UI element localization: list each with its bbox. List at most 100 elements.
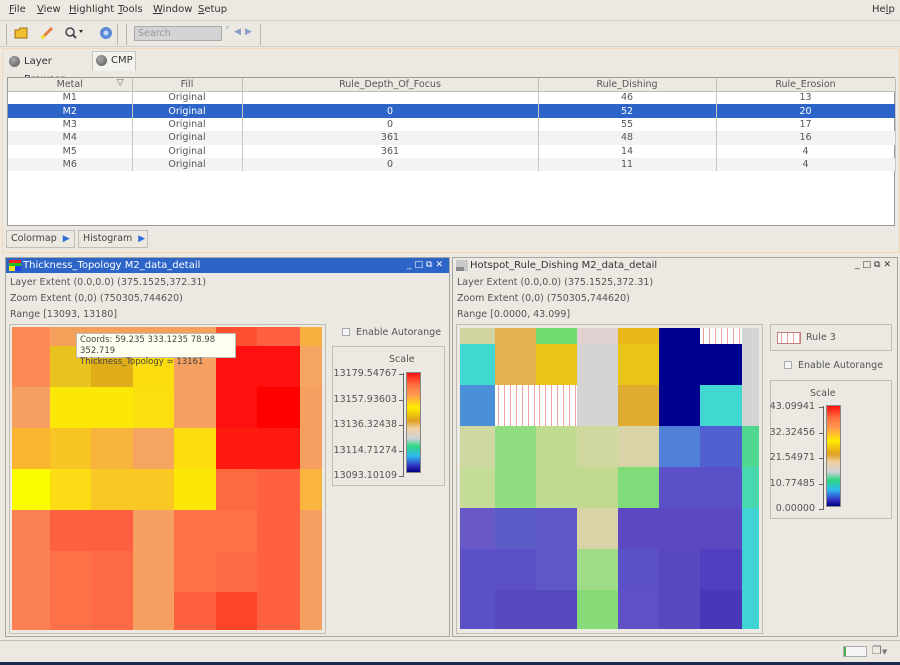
table-row[interactable]: M5 Original 361 14 4 bbox=[8, 144, 896, 158]
left-scale-legend bbox=[332, 346, 445, 486]
cell-depth-of-focus: 361 bbox=[242, 131, 539, 145]
menu-view-label: iew bbox=[43, 4, 61, 15]
menu-window[interactable]: Window bbox=[153, 4, 192, 15]
heatmap-cell bbox=[460, 508, 495, 549]
table-row-selected[interactable]: M2 Original 0 52 20 bbox=[8, 104, 896, 118]
heatmap-cell bbox=[257, 387, 300, 428]
dishing-view-titlebar[interactable]: Hotspot_Rule_Dishing M2_data_detail _□⧉✕ bbox=[453, 258, 897, 273]
cell-erosion: 13 bbox=[716, 91, 896, 105]
search-dropdown-icon[interactable]: ˚ bbox=[225, 27, 230, 37]
cell-fill: Original bbox=[132, 157, 243, 172]
menu-window-mnemonic: W bbox=[153, 4, 163, 15]
cell-fill: Original bbox=[132, 131, 243, 145]
close-icon[interactable]: ✕ bbox=[435, 260, 446, 270]
colormap-button[interactable]: Colormap ▶ bbox=[6, 230, 75, 248]
right-autorange-checkbox[interactable]: Enable Autorange bbox=[784, 360, 883, 371]
open-folder-button[interactable] bbox=[12, 24, 30, 42]
scale-tick-label: 13114.71274 bbox=[333, 444, 397, 456]
heatmap-cell bbox=[700, 508, 742, 549]
heatmap-cell bbox=[12, 551, 50, 592]
heatmap-cell bbox=[460, 590, 495, 629]
histogram-button[interactable]: Histogram ▶ bbox=[78, 230, 148, 248]
chevron-down-icon: ▼ bbox=[881, 648, 888, 656]
heatmap-cell bbox=[174, 592, 216, 630]
col-header-dishing[interactable]: Rule_Dishing bbox=[538, 78, 717, 92]
window-controls: _□⧉✕ bbox=[855, 258, 894, 273]
heatmap-cell bbox=[91, 592, 133, 630]
minimize-icon[interactable]: _ bbox=[407, 260, 415, 270]
heatmap-cell bbox=[300, 346, 322, 387]
heatmap-cell bbox=[536, 385, 577, 426]
search-input[interactable]: Search bbox=[134, 26, 222, 41]
heatmap-cell bbox=[300, 510, 322, 551]
maximize-icon[interactable]: □ bbox=[415, 260, 427, 270]
tab-layer-browser[interactable]: Layer Browser bbox=[6, 53, 91, 85]
cell-fill: Original bbox=[132, 104, 243, 118]
tab-cmp[interactable]: CMP bbox=[92, 51, 136, 71]
menu-setup[interactable]: Setup bbox=[198, 4, 227, 15]
col-header-metal-label: Metal bbox=[56, 78, 83, 90]
rule-legend-label: Rule 3 bbox=[806, 332, 836, 343]
heatmap-cell bbox=[460, 549, 495, 590]
thickness-view-titlebar[interactable]: Thickness_Topology M2_data_detail _□⧉✕ bbox=[6, 258, 449, 273]
checkbox-icon bbox=[342, 328, 350, 336]
col-header-erosion[interactable]: Rule_Erosion bbox=[716, 78, 896, 92]
table-row[interactable]: M1 Original 46 13 bbox=[8, 91, 896, 105]
zoom-dropdown-button[interactable] bbox=[63, 24, 85, 42]
heatmap-cell bbox=[257, 592, 300, 630]
sort-icon[interactable]: ▽ bbox=[117, 78, 124, 88]
search-next-icon[interactable]: ▶ bbox=[245, 27, 252, 37]
range: Range [0.0000, 43.099] bbox=[457, 309, 571, 320]
col-header-depth-of-focus[interactable]: Rule_Depth_Of_Focus bbox=[242, 78, 539, 92]
heatmap-cell bbox=[618, 344, 659, 385]
cell-dishing: 52 bbox=[538, 104, 717, 118]
tooltip-value: Thickness_Topology = 13161 bbox=[80, 357, 204, 367]
table-row[interactable]: M3 Original 0 55 17 bbox=[8, 117, 896, 132]
rule-pattern-swatch bbox=[777, 332, 801, 344]
menu-view[interactable]: View bbox=[37, 4, 61, 15]
left-autorange-checkbox[interactable]: Enable Autorange bbox=[342, 327, 441, 338]
heatmap-cell bbox=[174, 510, 216, 551]
scale-tick-label: 43.09941 bbox=[769, 401, 815, 412]
menu-setup-label: etup bbox=[204, 4, 228, 15]
heatmap-cell bbox=[700, 385, 742, 426]
heatmap-cell bbox=[742, 590, 759, 629]
colormap-icon bbox=[456, 260, 468, 271]
minimize-icon[interactable]: _ bbox=[855, 260, 863, 270]
heatmap-cell bbox=[300, 551, 322, 592]
heatmap-cell bbox=[300, 592, 322, 630]
heatmap-cell bbox=[618, 426, 659, 467]
heatmap-cell bbox=[91, 510, 133, 551]
heatmap-cell bbox=[12, 469, 50, 510]
right-autorange-label: Enable Autorange bbox=[798, 360, 884, 371]
rule-legend: Rule 3 bbox=[770, 324, 892, 351]
cell-depth-of-focus: 0 bbox=[242, 157, 539, 172]
settings-button[interactable] bbox=[97, 24, 115, 42]
cell-dishing: 11 bbox=[538, 157, 717, 172]
heatmap-cell bbox=[216, 592, 257, 630]
search-prev-icon[interactable]: ◀ bbox=[234, 27, 241, 37]
heatmap-cell bbox=[700, 344, 742, 385]
heatmap-cell bbox=[659, 549, 700, 590]
maximize-icon[interactable]: □ bbox=[863, 260, 875, 270]
status-menu-button[interactable]: ❐▼ bbox=[872, 644, 887, 657]
menu-tools[interactable]: Tools bbox=[118, 4, 143, 15]
table-row[interactable]: M4 Original 361 48 16 bbox=[8, 131, 896, 145]
cell-fill: Original bbox=[132, 117, 243, 132]
table-row[interactable]: M6 Original 0 11 4 bbox=[8, 157, 896, 172]
col-header-metal[interactable]: Metal ▽ bbox=[8, 78, 133, 92]
cell-metal: M1 bbox=[8, 91, 133, 105]
highlighter-button[interactable] bbox=[38, 24, 56, 42]
close-icon[interactable]: ✕ bbox=[883, 260, 894, 270]
cell-depth-of-focus: 0 bbox=[242, 117, 539, 132]
heatmap-cell bbox=[659, 328, 700, 344]
scale-tick-label: 13093.10109 bbox=[333, 470, 397, 481]
heatmap-cell bbox=[12, 346, 50, 387]
menu-file[interactable]: File bbox=[9, 4, 26, 15]
col-header-fill[interactable]: Fill bbox=[132, 78, 243, 92]
cell-metal: M4 bbox=[8, 131, 133, 145]
range: Range [13093, 13180] bbox=[10, 309, 118, 320]
scale-tick bbox=[399, 476, 404, 477]
menu-help[interactable]: Help bbox=[872, 4, 895, 15]
menu-highlight[interactable]: Highlight bbox=[69, 4, 114, 15]
